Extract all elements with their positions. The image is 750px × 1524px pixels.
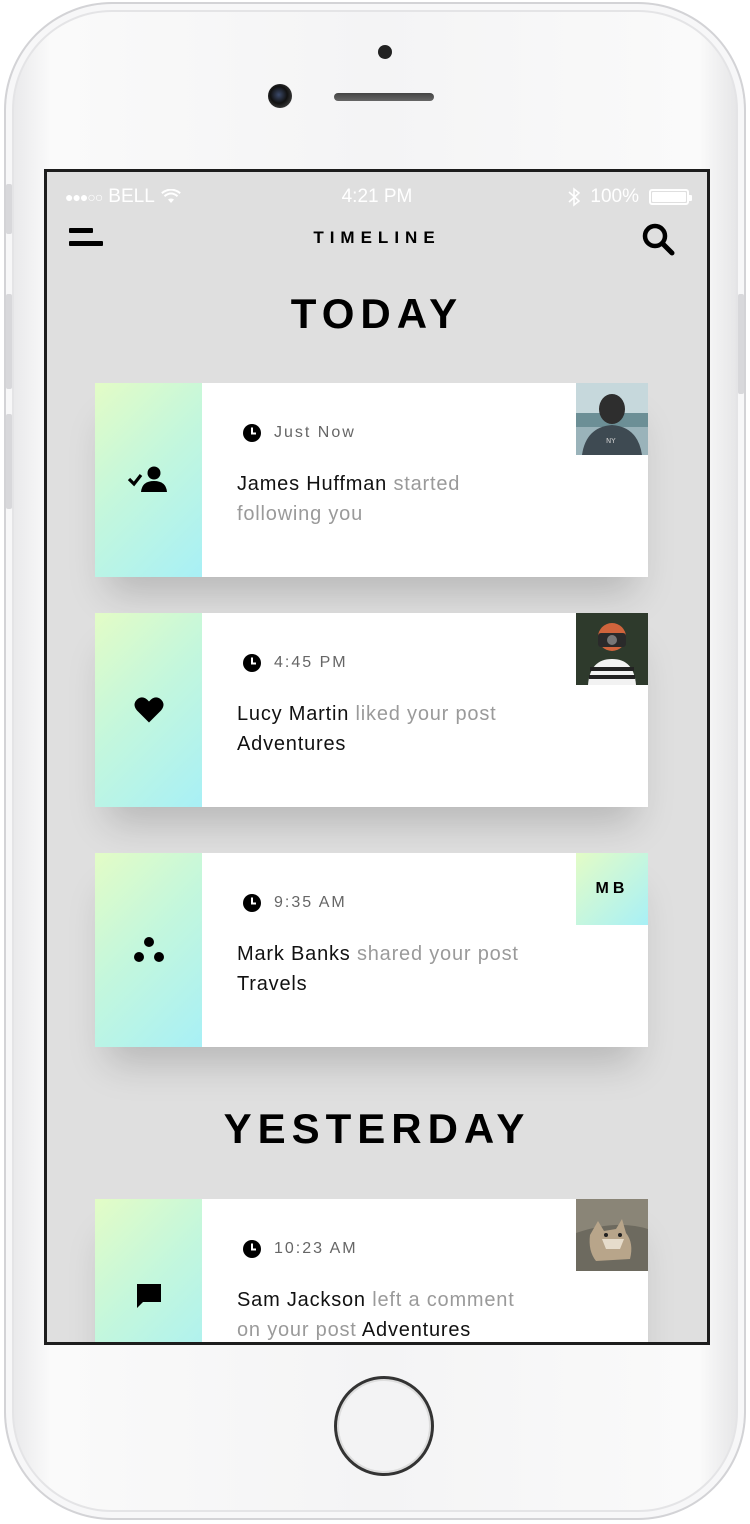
- front-camera: [268, 84, 292, 108]
- search-icon[interactable]: [641, 222, 675, 256]
- card-object[interactable]: Travels: [237, 973, 307, 995]
- card-actor[interactable]: Mark Banks: [237, 943, 351, 965]
- home-button[interactable]: [334, 1376, 434, 1476]
- card-time: 4:45 PM: [274, 654, 348, 671]
- timeline-card[interactable]: Just Now James Huffman started following…: [95, 383, 648, 577]
- card-message: James Huffman started following you: [237, 469, 537, 529]
- card-time: Just Now: [274, 424, 356, 441]
- clock-icon: [243, 894, 261, 912]
- card-accent: [95, 613, 202, 807]
- card-actor[interactable]: James Huffman: [237, 473, 387, 495]
- card-message: Sam Jackson left a comment on your post …: [237, 1285, 537, 1342]
- clock-icon: [243, 654, 261, 672]
- timeline-card[interactable]: 10:23 AM Sam Jackson left a comment on y…: [95, 1199, 648, 1342]
- earpiece-speaker: [334, 93, 434, 101]
- power-button: [738, 294, 744, 394]
- card-actor[interactable]: Lucy Martin: [237, 703, 349, 725]
- card-message: Lucy Martin liked your post Adventures: [237, 699, 537, 759]
- follow-icon: [127, 466, 167, 492]
- timeline-card[interactable]: 4:45 PM Lucy Martin liked your post Adve…: [95, 613, 648, 807]
- section-title-yesterday: YESTERDAY: [223, 1105, 531, 1152]
- status-bar: ●●●○○ BELL 4:21 PM 100%: [47, 182, 707, 212]
- proximity-sensor: [378, 45, 392, 59]
- avatar[interactable]: [576, 613, 648, 685]
- svg-text:NY: NY: [606, 437, 616, 445]
- avatar[interactable]: [576, 1199, 648, 1271]
- card-accent: [95, 853, 202, 1047]
- bluetooth-icon: [568, 187, 581, 207]
- share-icon: [133, 937, 164, 962]
- mute-switch: [6, 184, 12, 234]
- clock-icon: [243, 424, 261, 442]
- battery-icon: [649, 189, 692, 205]
- avatar-initials[interactable]: MB: [576, 853, 648, 925]
- app-screen: ●●●○○ BELL 4:21 PM 100% TIMELINE TODAY J…: [44, 169, 710, 1345]
- avatar[interactable]: NY: [576, 383, 648, 455]
- comment-icon: [136, 1284, 161, 1308]
- card-accent: [95, 383, 202, 577]
- card-action: shared your post: [350, 943, 519, 965]
- card-message: Mark Banks shared your post Travels: [237, 939, 537, 999]
- timeline-card[interactable]: 9:35 AM Mark Banks shared your post Trav…: [95, 853, 648, 1047]
- card-object[interactable]: Adventures: [362, 1319, 471, 1341]
- battery-percentage: 100%: [590, 186, 639, 207]
- card-time: 10:23 AM: [274, 1240, 358, 1257]
- card-accent: [95, 1199, 202, 1342]
- card-actor[interactable]: Sam Jackson: [237, 1289, 366, 1311]
- volume-down-button: [6, 414, 12, 509]
- heart-icon: [134, 697, 163, 723]
- volume-up-button: [6, 294, 12, 389]
- card-action: liked your post: [349, 703, 497, 725]
- section-title-today: TODAY: [290, 290, 464, 337]
- clock-icon: [243, 1240, 261, 1258]
- card-time: 9:35 AM: [274, 894, 347, 911]
- page-title: TIMELINE: [313, 228, 441, 247]
- card-object[interactable]: Adventures: [237, 733, 346, 755]
